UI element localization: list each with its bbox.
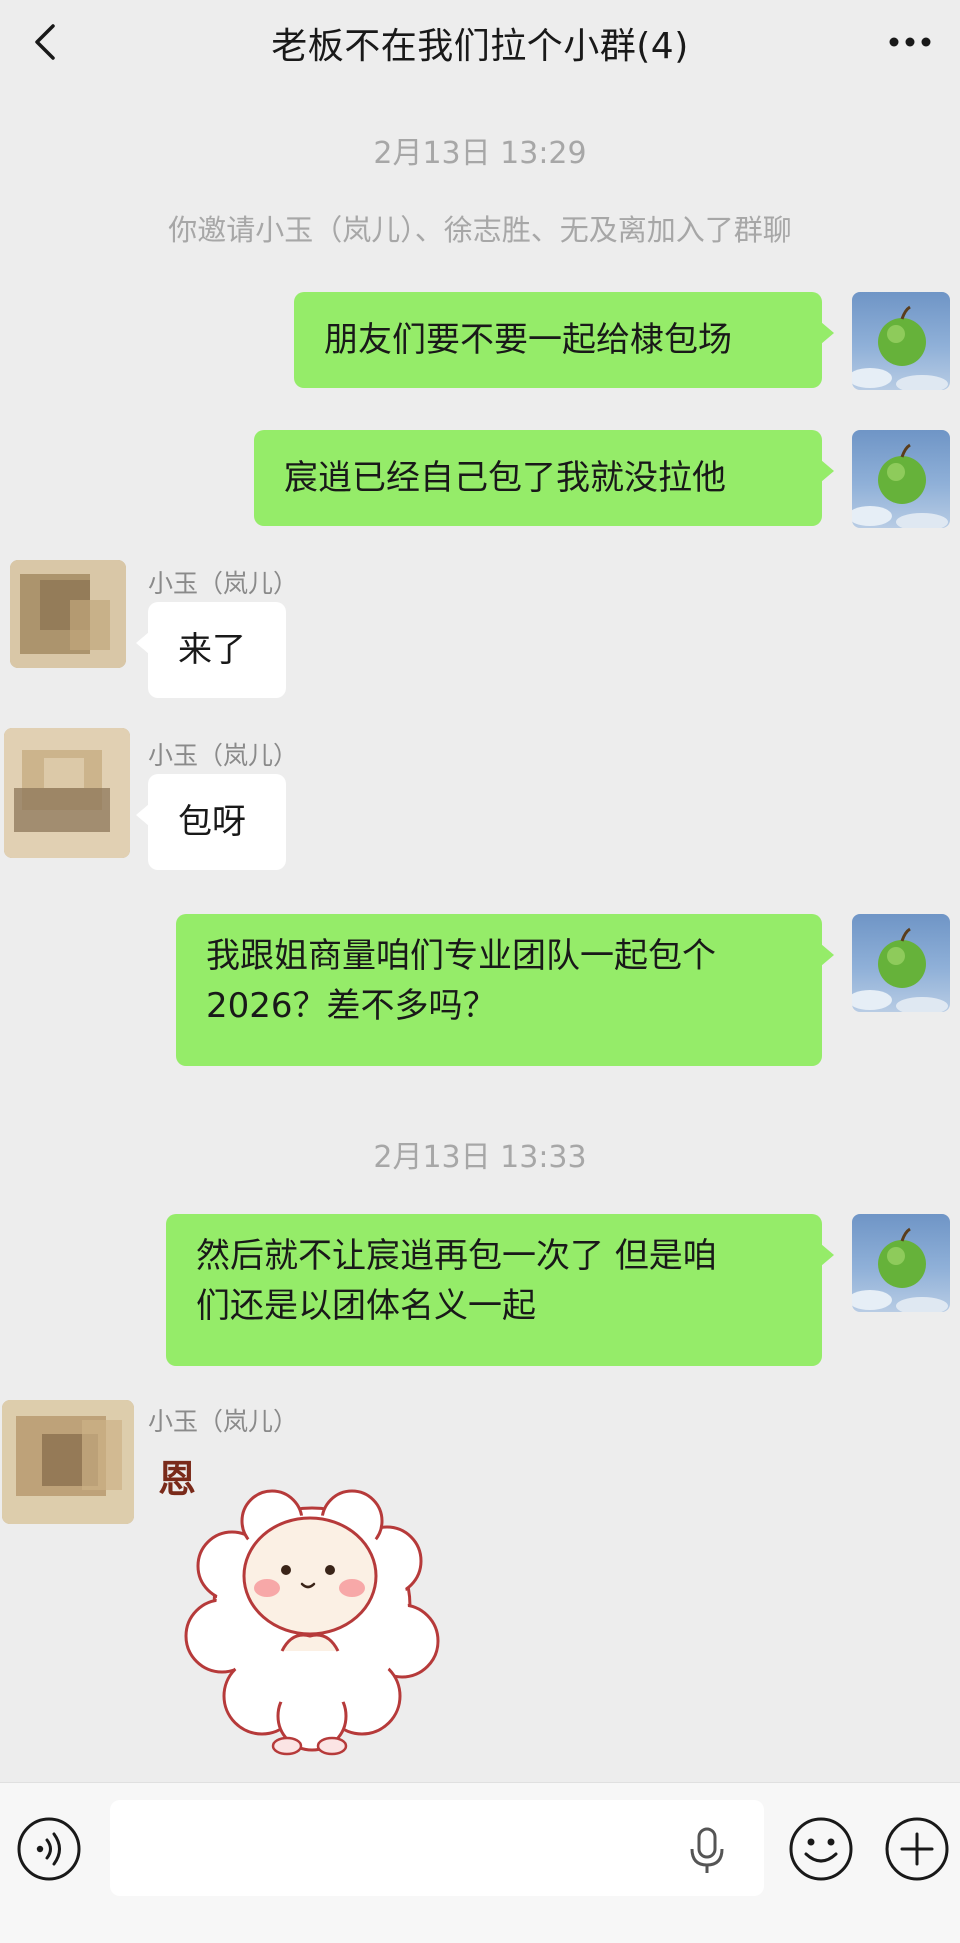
message-text: 包呀: [178, 802, 246, 842]
sender-name: 小玉（岚儿）: [148, 1407, 299, 1436]
message-text-line: 2026？差不多吗？: [206, 986, 497, 1026]
voice-toggle-button[interactable]: [16, 1816, 82, 1882]
timestamp: 2月13日 13:29: [373, 136, 587, 171]
system-message: 你邀请小玉（岚儿）、徐志胜、无及离加入了群聊: [168, 213, 792, 247]
input-bar: [0, 1782, 960, 1943]
avatar-other[interactable]: [4, 728, 130, 858]
more-actions-button[interactable]: [884, 1816, 950, 1882]
avatar-self[interactable]: [852, 1214, 950, 1312]
message-bubble-self[interactable]: 朋友们要不要一起给棣包场: [294, 292, 834, 388]
message-text: 宸逍已经自己包了我就没拉他: [284, 458, 726, 498]
blurred-avatar-icon: [4, 728, 130, 858]
blurred-avatar-icon: [2, 1400, 134, 1524]
chat-title: 老板不在我们拉个小群(4): [271, 26, 689, 67]
chevron-left-icon: [35, 24, 55, 60]
message-bubble-self[interactable]: 然后就不让宸逍再包一次了 但是咱 们还是以团体名义一起: [166, 1214, 834, 1366]
apple-avatar-icon: [852, 927, 948, 1012]
sender-name: 小玉（岚儿）: [148, 741, 299, 770]
ellipsis-icon: [889, 37, 931, 47]
message-bubble-self[interactable]: 我跟姐商量咱们专业团队一起包个 2026？差不多吗？: [176, 914, 834, 1066]
apple-avatar-icon: [852, 1227, 948, 1312]
avatar-self[interactable]: [852, 430, 950, 528]
microphone-button[interactable]: [684, 1825, 730, 1875]
blurred-avatar-icon: [10, 560, 126, 668]
message-text-line: 们还是以团体名义一起: [196, 1286, 536, 1326]
apple-avatar-icon: [852, 443, 948, 528]
timestamp: 2月13日 13:33: [373, 1140, 587, 1175]
apple-avatar-icon: [852, 305, 948, 390]
avatar-other[interactable]: [2, 1400, 134, 1524]
emoji-button[interactable]: [788, 1816, 854, 1882]
more-button[interactable]: [882, 18, 938, 66]
sender-name: 小玉（岚儿）: [148, 569, 299, 598]
chat-header: 老板不在我们拉个小群(4): [0, 0, 960, 86]
sheep-sticker-icon: 恩: [158, 1457, 440, 1756]
voice-wave-icon: [17, 1817, 81, 1881]
avatar-self[interactable]: [852, 914, 950, 1012]
avatar-self[interactable]: [852, 292, 950, 390]
back-button[interactable]: [22, 18, 70, 66]
message-text: 朋友们要不要一起给棣包场: [324, 320, 732, 360]
smile-face-icon: [789, 1817, 853, 1881]
message-bubble-other[interactable]: 来了: [136, 602, 286, 698]
microphone-icon: [690, 1827, 724, 1873]
message-text: 来了: [178, 630, 246, 670]
avatar-other[interactable]: [10, 560, 126, 668]
sheep-sticker[interactable]: 恩: [152, 1446, 472, 1766]
message-bubble-self[interactable]: 宸逍已经自己包了我就没拉他: [254, 430, 834, 526]
message-text-line: 然后就不让宸逍再包一次了 但是咱: [196, 1236, 717, 1276]
message-input[interactable]: [110, 1800, 764, 1896]
message-text-line: 我跟姐商量咱们专业团队一起包个: [206, 936, 716, 976]
sticker-glyph: 恩: [158, 1457, 196, 1501]
message-bubble-other[interactable]: 包呀: [136, 774, 286, 870]
plus-circle-icon: [885, 1817, 949, 1881]
